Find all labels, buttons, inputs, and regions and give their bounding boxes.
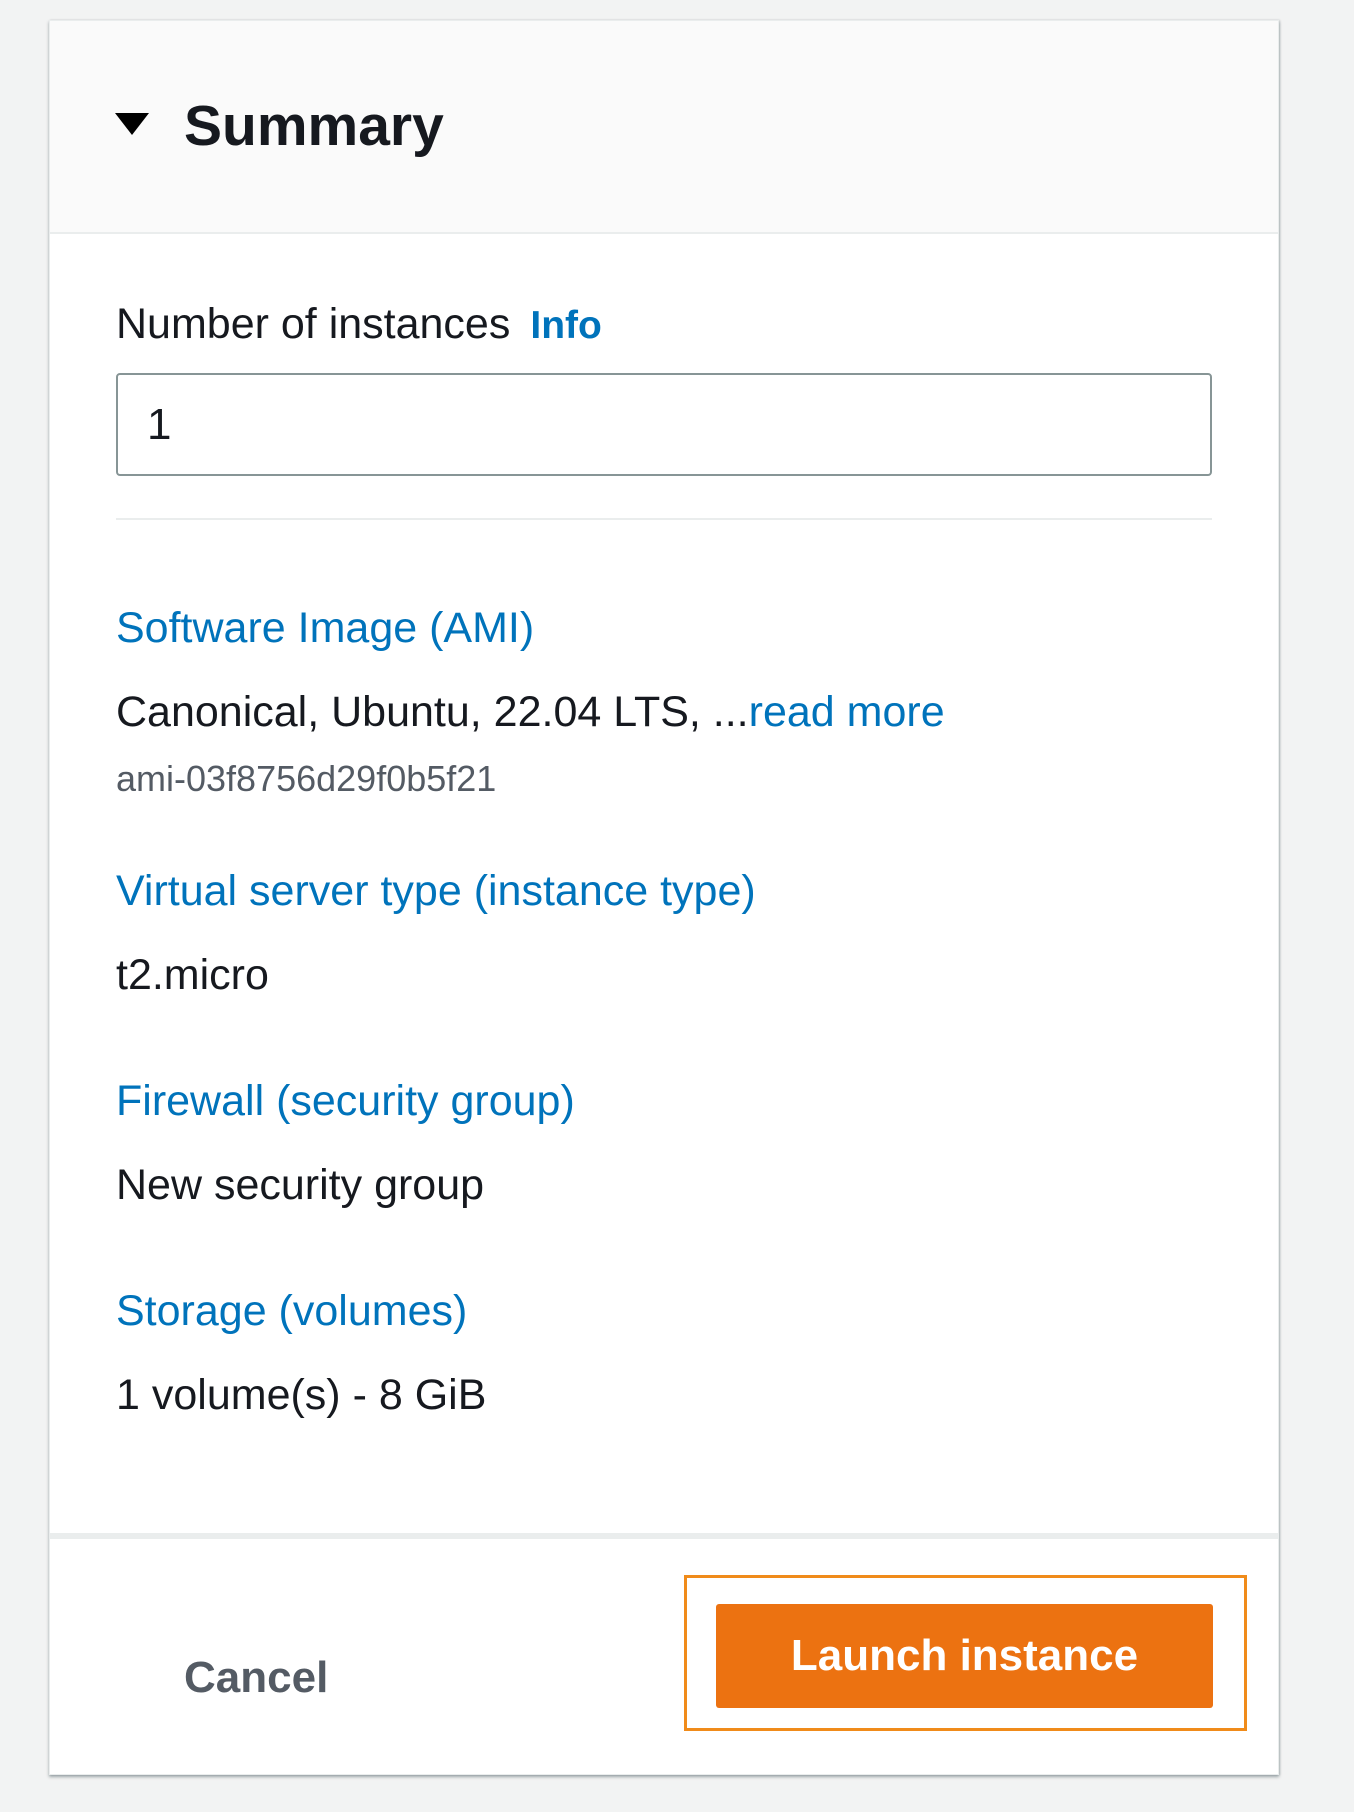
launch-instance-button[interactable]: Launch instance xyxy=(716,1604,1213,1708)
instances-label: Number of instances xyxy=(116,300,511,348)
firewall-value: New security group xyxy=(116,1161,485,1209)
summary-panel: Summary Number of instances Info Software… xyxy=(49,20,1279,1775)
footer-divider xyxy=(50,1533,1278,1539)
firewall-section-title[interactable]: Firewall (security group) xyxy=(116,1076,575,1128)
cancel-button[interactable]: Cancel xyxy=(184,1652,328,1705)
info-link[interactable]: Info xyxy=(530,304,601,347)
ami-value-text: Canonical, Ubuntu, 22.04 LTS, ... xyxy=(116,688,749,736)
ami-value: Canonical, Ubuntu, 22.04 LTS, ...read mo… xyxy=(116,687,945,739)
instance-type-value: t2.micro xyxy=(116,951,269,999)
summary-header[interactable]: Summary xyxy=(50,21,1278,234)
caret-down-icon[interactable] xyxy=(115,113,149,135)
ami-id: ami-03f8756d29f0b5f21 xyxy=(116,758,497,799)
storage-section-title[interactable]: Storage (volumes) xyxy=(116,1286,467,1338)
divider xyxy=(116,518,1212,520)
storage-value: 1 volume(s) - 8 GiB xyxy=(116,1371,487,1419)
instance-type-section-title[interactable]: Virtual server type (instance type) xyxy=(116,866,756,918)
summary-title: Summary xyxy=(184,94,444,158)
ami-section-title[interactable]: Software Image (AMI) xyxy=(116,603,534,655)
instances-label-row: Number of instances Info xyxy=(116,299,602,351)
number-of-instances-input[interactable] xyxy=(116,373,1212,476)
read-more-link[interactable]: read more xyxy=(749,688,945,736)
